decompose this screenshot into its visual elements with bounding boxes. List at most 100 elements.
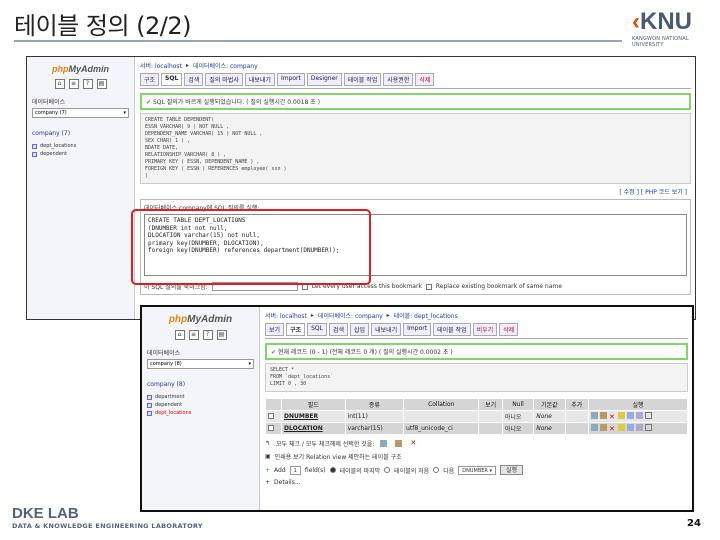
tab-structure[interactable]: 구조 [140,73,160,86]
add-count-input[interactable]: 1 [289,465,301,475]
column-header: Null [501,398,535,411]
field-name: DLOCATION [281,422,346,435]
tab-drop[interactable]: 삭제 [415,73,435,86]
breadcrumb-server[interactable]: 서버: localhost [140,61,182,70]
arrow-right-icon: ▸ [185,62,189,69]
column-header[interactable]: 필드 [281,398,346,411]
tab-import[interactable]: Import [403,323,432,336]
table-item-active[interactable]: dept_locations [147,410,254,416]
help-icon[interactable]: ? [82,79,93,89]
row-checkbox[interactable] [268,412,274,419]
docs-icon[interactable]: ▤ [216,330,227,340]
column-header: 추가 [564,398,589,411]
db-select[interactable]: company (8) ▾ [147,359,254,369]
tab-import[interactable]: Import [276,73,305,86]
main-panel: 서버: localhost ▸ 데이터베이스: company ▸ 테이블: d… [261,307,692,510]
index-icon[interactable] [635,424,643,431]
tab-search[interactable]: 검색 [328,323,349,336]
breadcrumb-database[interactable]: 데이터베이스: company [193,61,258,70]
db-select[interactable]: company (7) ▾ [32,108,129,118]
docs-icon[interactable]: ▤ [96,79,107,89]
field-null: 아니오 [501,422,535,435]
primary-key-icon[interactable] [617,412,625,419]
column-header: 종류 [344,398,405,411]
db-name-link[interactable]: company (7) [32,130,129,137]
check-all-link[interactable]: 모두 체크 / 모두 체크해제 선택한 것을: [276,439,374,448]
lab-logo: DKE LAB DATA & KNOWLEDGE ENGINEERING LAB… [12,505,203,530]
tab-privileges[interactable]: 사용권한 [383,73,414,86]
position-end-radio[interactable] [329,467,336,473]
table-item[interactable]: dependent [32,151,129,157]
go-button[interactable]: 실행 [500,465,524,475]
home-icon[interactable]: ⌂ [54,79,65,89]
tab-insert[interactable]: 삽입 [350,323,370,336]
unique-icon[interactable] [626,424,634,431]
tab-operations[interactable]: 테이블 작업 [343,73,382,86]
arrow-up-left-icon: ↰ [265,440,271,447]
position-end-label: 테이블의 마지막 [339,467,381,475]
tab-bar: 보기 구조 SQL 검색 삽입 내보내기 Import 테이블 작업 비우기 삭… [265,323,688,339]
phpmyadmin-sql-screenshot: phpMyAdmin ⌂ ≡ ? ▤ 데이터베이스 company (7) ▾ c… [26,56,696,320]
view-links-row: ▣ 인쇄용 보기 Relation view 제안하는 테이블 구조 [265,452,688,461]
tab-sql[interactable]: SQL [307,323,327,336]
browse-icon[interactable] [590,412,598,419]
sql-icon[interactable]: ≡ [188,330,199,340]
edit-icon[interactable] [599,412,607,419]
home-icon[interactable]: ⌂ [174,330,185,340]
tab-export[interactable]: 내보내기 [371,323,402,336]
fulltext-icon[interactable] [644,412,652,419]
tab-designer[interactable]: Designer [306,73,342,86]
row-actions: ✕ [587,410,689,423]
breadcrumb-server[interactable]: 서버: localhost [265,311,307,320]
field-default: None [533,410,566,423]
edit-icon[interactable] [395,440,403,447]
breadcrumb-table[interactable]: 테이블: dept_locations [394,311,458,320]
edit-icon[interactable] [599,424,607,431]
column-header: Collation [403,398,480,411]
column-header: 실행 [587,398,689,411]
tab-drop[interactable]: 삭제 [499,323,519,336]
table-row: DNUMBER int(11) 아니오 None ✕ [265,410,689,423]
row-checkbox[interactable] [268,424,274,431]
unique-icon[interactable] [626,412,634,419]
success-message: ✔ SQL 질의가 바르게 실행되었습니다. ( 질의 실행시간 0.0018 … [140,93,691,110]
table-item[interactable]: department [147,394,254,400]
position-after-radio[interactable] [433,467,440,473]
table-list: dept_locations dependent [32,143,129,157]
title-divider [14,40,622,42]
delete-icon[interactable]: ✕ [609,426,616,433]
breadcrumb-database[interactable]: 데이터베이스: company [318,311,383,320]
tab-sql[interactable]: SQL [161,73,183,86]
success-message: ✔ 현재 레코드 (0 - 1) (전체 레코드 0 개) ( 질의 실행시간 … [265,343,688,360]
bookmark-replace-checkbox[interactable] [425,283,432,290]
lab-title: DKE LAB [12,505,79,522]
details-link[interactable]: Details... [274,479,301,486]
after-field-select[interactable]: DNUMBER ▾ [458,465,496,475]
position-start-radio[interactable] [384,467,391,473]
sidebar: phpMyAdmin ⌂ ≡ ? ▤ 데이터베이스 company (7) ▾ c… [27,57,135,319]
sql-icon[interactable]: ≡ [68,79,79,89]
delete-icon[interactable]: ✕ [609,414,616,421]
browse-icon[interactable] [590,424,598,431]
bookmark-replace-label: Replace existing bookmark of same name [435,283,562,290]
fulltext-icon[interactable] [644,424,652,431]
help-icon[interactable]: ? [202,330,213,340]
tab-export[interactable]: 내보내기 [244,73,275,86]
view-links[interactable]: 인쇄용 보기 Relation view 제안하는 테이블 구조 [275,452,402,461]
browse-icon[interactable] [380,440,388,447]
primary-key-icon[interactable] [617,424,625,431]
tab-browse[interactable]: 보기 [265,323,285,336]
tab-search[interactable]: 검색 [184,73,204,86]
lab-subtitle: DATA & KNOWLEDGE ENGINEERING LABORATORY [12,522,203,530]
index-icon[interactable] [635,412,643,419]
table-item[interactable]: dept_locations [32,143,129,149]
edit-link[interactable]: [ 수정 ] [ PHP 코드 보기 ] [144,187,687,196]
tab-query[interactable]: 질의 마법사 [205,73,243,86]
db-name-link[interactable]: company (8) [147,381,254,388]
table-item[interactable]: dependent [147,402,254,408]
field-default: None [533,422,566,435]
tab-empty[interactable]: 비우기 [472,323,498,336]
tab-structure[interactable]: 구조 [286,323,306,336]
tab-operations[interactable]: 테이블 작업 [433,323,471,336]
delete-icon[interactable]: ✕ [410,440,417,447]
